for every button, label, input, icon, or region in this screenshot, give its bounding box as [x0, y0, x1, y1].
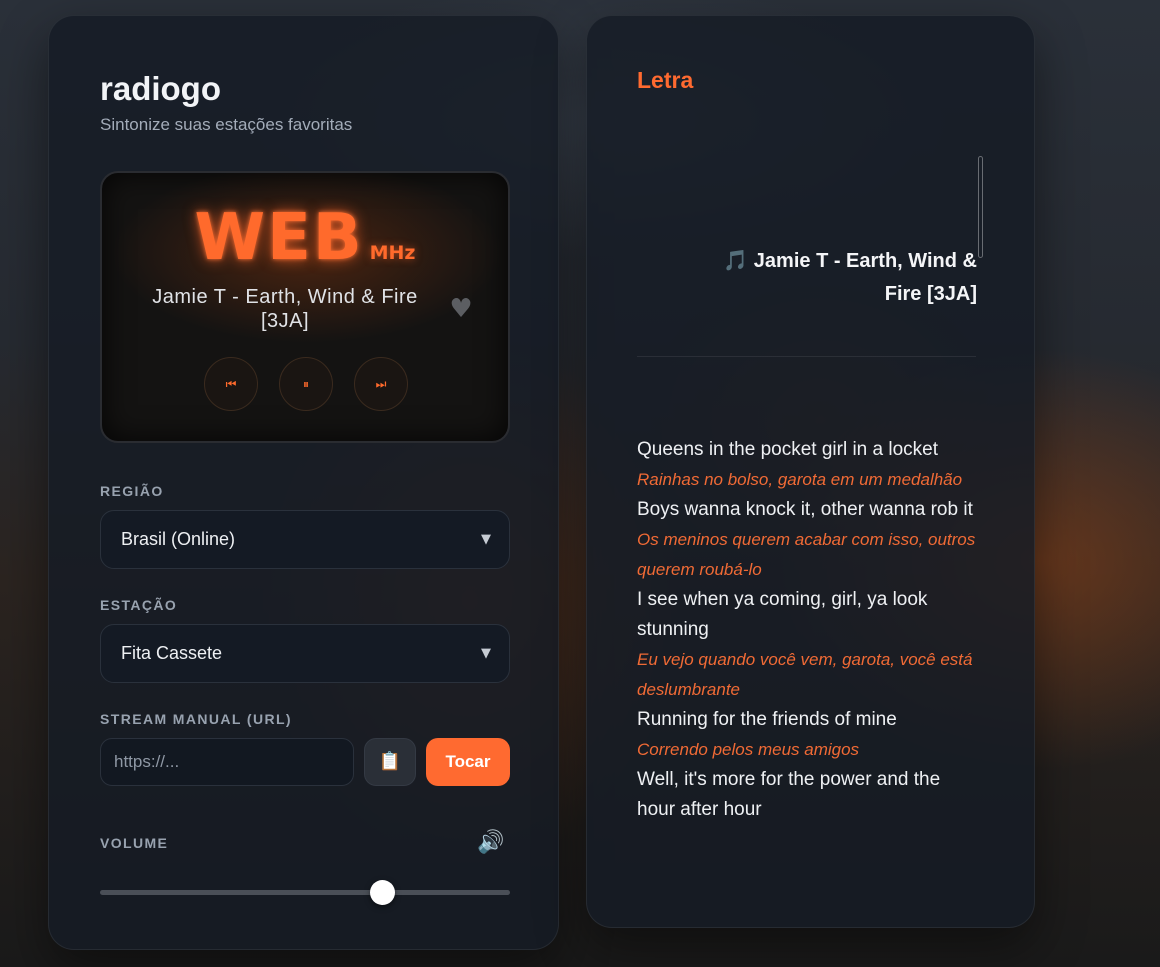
frequency-unit: MHz	[369, 242, 416, 264]
clipboard-icon: 📋	[378, 751, 402, 772]
volume-slider[interactable]	[100, 880, 510, 905]
pause-icon: ⏸	[302, 377, 309, 391]
lyrics-song-title: 🎵 Jamie T - Earth, Wind & Fire [3JA]	[723, 250, 977, 305]
next-button[interactable]: ⏭	[354, 357, 408, 411]
paste-button[interactable]: 📋	[364, 738, 416, 786]
caret-down-icon: ▼	[481, 646, 491, 661]
lyric-line: Well, it's more for the power and the ho…	[637, 769, 941, 820]
stream-label: STREAM MANUAL (URL)	[100, 711, 292, 727]
app-title: radiogo	[100, 70, 221, 107]
lyrics-divider	[637, 356, 976, 357]
radio-display: WEB MHz Jamie T - Earth, Wind & Fire [3JA…	[100, 171, 510, 443]
player-panel: radiogo Sintonize suas estações favorita…	[48, 15, 559, 950]
playback-controls: ⏮ ⏸ ⏭	[102, 357, 508, 413]
frequency-readout: WEB MHz	[102, 201, 508, 275]
pause-button[interactable]: ⏸	[279, 357, 333, 411]
volume-slider-thumb[interactable]	[370, 880, 396, 905]
lyric-translation-line: Eu vejo quando você vem, garota, você es…	[637, 650, 973, 699]
region-selected-value: Brasil (Online)	[121, 529, 236, 549]
lyric-line: Queens in the pocket girl in a locket	[637, 439, 939, 460]
lyric-line: I see when ya coming, girl, ya look stun…	[637, 589, 928, 640]
frequency-value: WEB	[194, 201, 364, 275]
station-selected-value: Fita Cassete	[121, 643, 223, 663]
station-label: ESTAÇÃO	[100, 597, 178, 613]
lyrics-lines: Queens in the pocket girl in a locket Rai…	[637, 435, 977, 825]
play-stream-button[interactable]: Tocar	[426, 738, 510, 786]
speaker-icon[interactable]: 🔊	[477, 830, 504, 855]
lyrics-scrollbar[interactable]	[978, 156, 983, 258]
previous-button[interactable]: ⏮	[204, 357, 258, 411]
lyrics-panel: Letra 🎵 Jamie T - Earth, Wind & Fire [3J…	[586, 15, 1035, 928]
stream-url-input[interactable]: https://...	[100, 738, 354, 786]
volume-label: VOLUME	[100, 835, 169, 851]
lyric-translation-line: Os meninos querem acabar com isso, outro…	[637, 530, 976, 579]
lyric-translation-line: Rainhas no bolso, garota em um medalhão	[637, 470, 963, 489]
caret-down-icon: ▼	[481, 532, 491, 547]
previous-icon: ⏮	[225, 377, 237, 391]
heart-icon[interactable]: ♥	[447, 295, 475, 323]
now-playing-title: Jamie T - Earth, Wind & Fire [3JA]	[152, 286, 418, 332]
region-select[interactable]: Brasil (Online) ▼	[100, 510, 510, 569]
lyric-line: Running for the friends of mine	[637, 709, 897, 730]
app-subtitle: Sintonize suas estações favoritas	[100, 115, 353, 134]
lyric-line: Boys wanna knock it, other wanna rob it	[637, 499, 973, 520]
region-label: REGIÃO	[100, 483, 164, 499]
next-icon: ⏭	[375, 377, 387, 391]
lyrics-heading: Letra	[637, 67, 694, 93]
station-select[interactable]: Fita Cassete ▼	[100, 624, 510, 683]
lyric-translation-line: Correndo pelos meus amigos	[637, 740, 860, 759]
